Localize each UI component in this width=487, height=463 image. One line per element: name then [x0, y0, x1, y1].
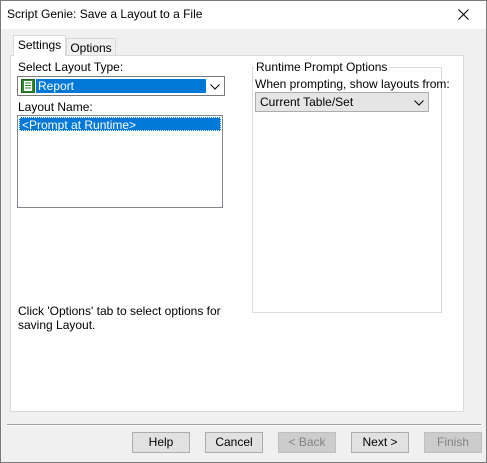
finish-button-label: Finish [436, 435, 469, 449]
prompt-source-dropdown-button[interactable] [410, 93, 428, 111]
layout-type-label: Select Layout Type: [18, 60, 124, 74]
help-button-label: Help [148, 435, 174, 449]
title-bar: Script Genie: Save a Layout to a File [1, 1, 486, 29]
runtime-prompt-group-label: Runtime Prompt Options [254, 60, 390, 74]
close-button[interactable] [442, 1, 486, 29]
info-text: Click 'Options' tab to select options fo… [18, 304, 221, 332]
layout-name-list[interactable]: <Prompt at Runtime> [17, 115, 223, 208]
back-button[interactable]: < Back [278, 432, 336, 453]
back-button-label: < Back [288, 435, 326, 449]
cancel-button[interactable]: Cancel [205, 432, 263, 453]
report-icon [21, 79, 35, 93]
layout-type-selected: Report [36, 79, 206, 93]
layout-type-value: Report [38, 79, 75, 93]
layout-name-label: Layout Name: [18, 100, 93, 114]
help-button[interactable]: Help [132, 432, 190, 453]
cancel-button-label: Cancel [215, 435, 253, 449]
prompt-label: When prompting, show layouts from: [255, 77, 450, 91]
next-button[interactable]: Next > [351, 432, 409, 453]
tab-options-label: Options [70, 41, 112, 55]
chevron-down-icon [414, 100, 424, 106]
window-title: Script Genie: Save a Layout to a File [7, 7, 203, 21]
next-button-label: Next > [362, 435, 398, 449]
tab-settings-label: Settings [17, 38, 62, 52]
prompt-source-value: Current Table/Set [260, 95, 354, 109]
tab-settings[interactable]: Settings [13, 35, 66, 56]
settings-panel: Select Layout Type: Report Layout Name: [10, 55, 464, 412]
list-item-label: <Prompt at Runtime> [22, 118, 137, 132]
chevron-down-icon [210, 84, 220, 90]
prompt-source-combo[interactable]: Current Table/Set [255, 92, 429, 112]
separator [7, 424, 481, 426]
runtime-prompt-group: Runtime Prompt Options When prompting, s… [252, 60, 450, 313]
list-item[interactable]: <Prompt at Runtime> [19, 117, 221, 132]
close-icon [458, 9, 469, 20]
layout-type-dropdown-button[interactable] [206, 77, 224, 95]
layout-type-combo[interactable]: Report [17, 76, 225, 96]
finish-button[interactable]: Finish [424, 432, 482, 453]
tab-options[interactable]: Options [66, 38, 116, 56]
dialog-window: Script Genie: Save a Layout to a File Se… [0, 0, 487, 463]
